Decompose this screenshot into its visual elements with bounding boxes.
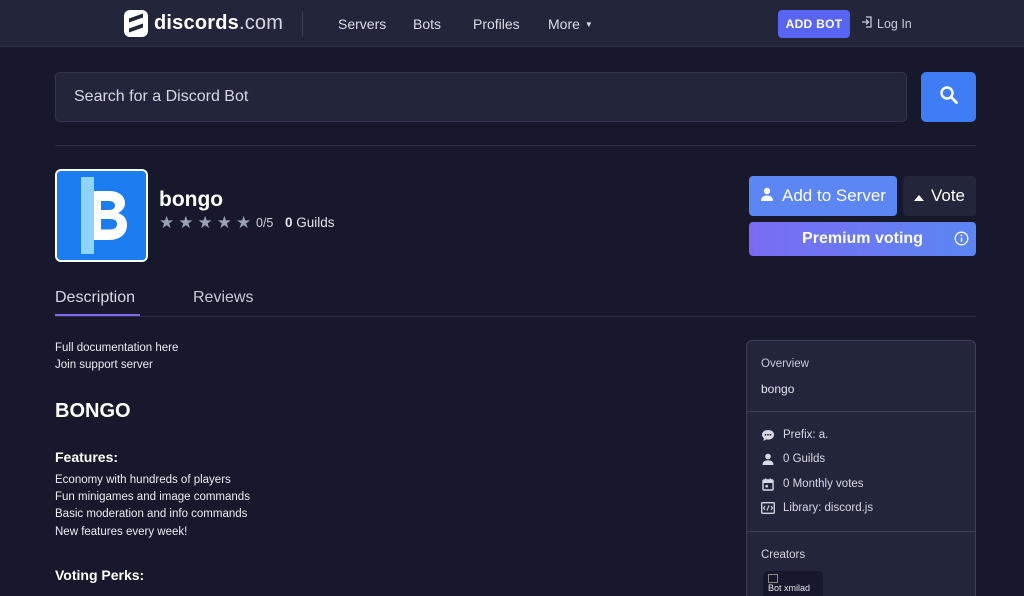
vote-button[interactable]: Vote (903, 176, 976, 216)
monthly-votes-row: 0 Monthly votes (761, 477, 864, 491)
search-input[interactable]: Search for a Discord Bot (55, 72, 907, 122)
star-icon: ★ (159, 213, 175, 232)
star-icon: ★ (236, 213, 252, 232)
description-heading: BONGO (55, 400, 131, 422)
features-heading: Features: (55, 449, 119, 465)
overview-title: Overview (761, 358, 809, 370)
login-icon (861, 16, 873, 31)
section-divider (55, 145, 976, 146)
login-label: Log In (877, 16, 912, 31)
overview-card: Overview bongo Prefix: a. 0 Guilds 0 Mon… (746, 340, 976, 596)
add-bot-button[interactable]: ADD BOT (778, 10, 850, 38)
creator-avatar-alt: Bot (768, 583, 782, 594)
nav-divider (302, 11, 303, 37)
star-icon: ★ (197, 213, 213, 232)
library-row: Library: discord.js (761, 501, 873, 515)
library-text: Library: discord.js (783, 502, 874, 514)
star-icon: ★ (216, 213, 232, 232)
caret-up-icon (913, 186, 924, 206)
feature-item: Basic moderation and info commands (55, 508, 248, 520)
star-icon: ★ (178, 213, 194, 232)
rating-stars: ★ ★ ★ ★ ★ (159, 214, 251, 231)
premium-voting-label: Premium voting (802, 230, 923, 247)
vote-label: Vote (930, 186, 966, 205)
feature-item: New features every week! (55, 526, 188, 538)
speech-bubble-icon (761, 428, 775, 442)
prefix-text: Prefix: a. (783, 429, 829, 441)
calendar-icon (761, 477, 775, 491)
rating-text: 0/5 (256, 216, 274, 230)
search-button[interactable] (921, 72, 976, 122)
add-to-server-label: Add to Server (782, 186, 886, 205)
creator-chip[interactable]: Bot xmilad (763, 571, 823, 596)
premium-voting-button[interactable]: Premium voting (749, 222, 976, 256)
nav-link-bots[interactable]: Bots (413, 16, 441, 32)
creator-name: xmilad (784, 583, 811, 594)
voting-perks-heading: Voting Perks: (55, 567, 145, 583)
tabs-divider (55, 316, 976, 317)
feature-item: Economy with hundreds of players (55, 474, 231, 486)
logo-text: discords.com (154, 12, 284, 34)
nav-link-more[interactable]: More ▼ (548, 16, 593, 32)
bot-name: bongo (159, 188, 224, 211)
info-icon[interactable] (954, 231, 969, 251)
user-icon (761, 452, 775, 466)
search-icon (939, 85, 959, 110)
feature-item: Fun minigames and image commands (55, 491, 250, 503)
broken-image-icon (768, 574, 778, 584)
tab-reviews[interactable]: Reviews (193, 289, 253, 307)
prefix-row: Prefix: a. (761, 428, 828, 442)
top-navbar: discords.com Servers Bots Profiles More ▼… (0, 0, 1024, 47)
voting-perks-text-cutoff (55, 590, 405, 596)
support-server-link[interactable]: Join support server (55, 359, 153, 371)
add-to-server-button[interactable]: Add to Server (749, 176, 897, 216)
user-icon (760, 186, 774, 206)
discords-logo-icon (124, 10, 148, 37)
card-divider (747, 531, 975, 532)
site-logo[interactable]: discords.com (124, 10, 283, 37)
nav-link-servers[interactable]: Servers (338, 16, 386, 32)
nav-link-profiles[interactable]: Profiles (473, 16, 520, 32)
card-divider (747, 411, 975, 412)
tab-description[interactable]: Description (55, 289, 135, 307)
creators-title: Creators (761, 549, 806, 561)
login-link[interactable]: Log In (861, 16, 912, 31)
monthly-votes-text: 0 Monthly votes (783, 478, 864, 490)
bot-avatar (55, 169, 148, 262)
code-icon (761, 501, 775, 515)
guilds-count: 0 Guilds (285, 215, 335, 230)
documentation-link[interactable]: Full documentation here (55, 342, 178, 354)
overview-bot-name: bongo (761, 382, 795, 396)
caret-down-icon: ▼ (584, 20, 593, 29)
guilds-text: 0 Guilds (783, 453, 826, 465)
guilds-row: 0 Guilds (761, 452, 825, 466)
